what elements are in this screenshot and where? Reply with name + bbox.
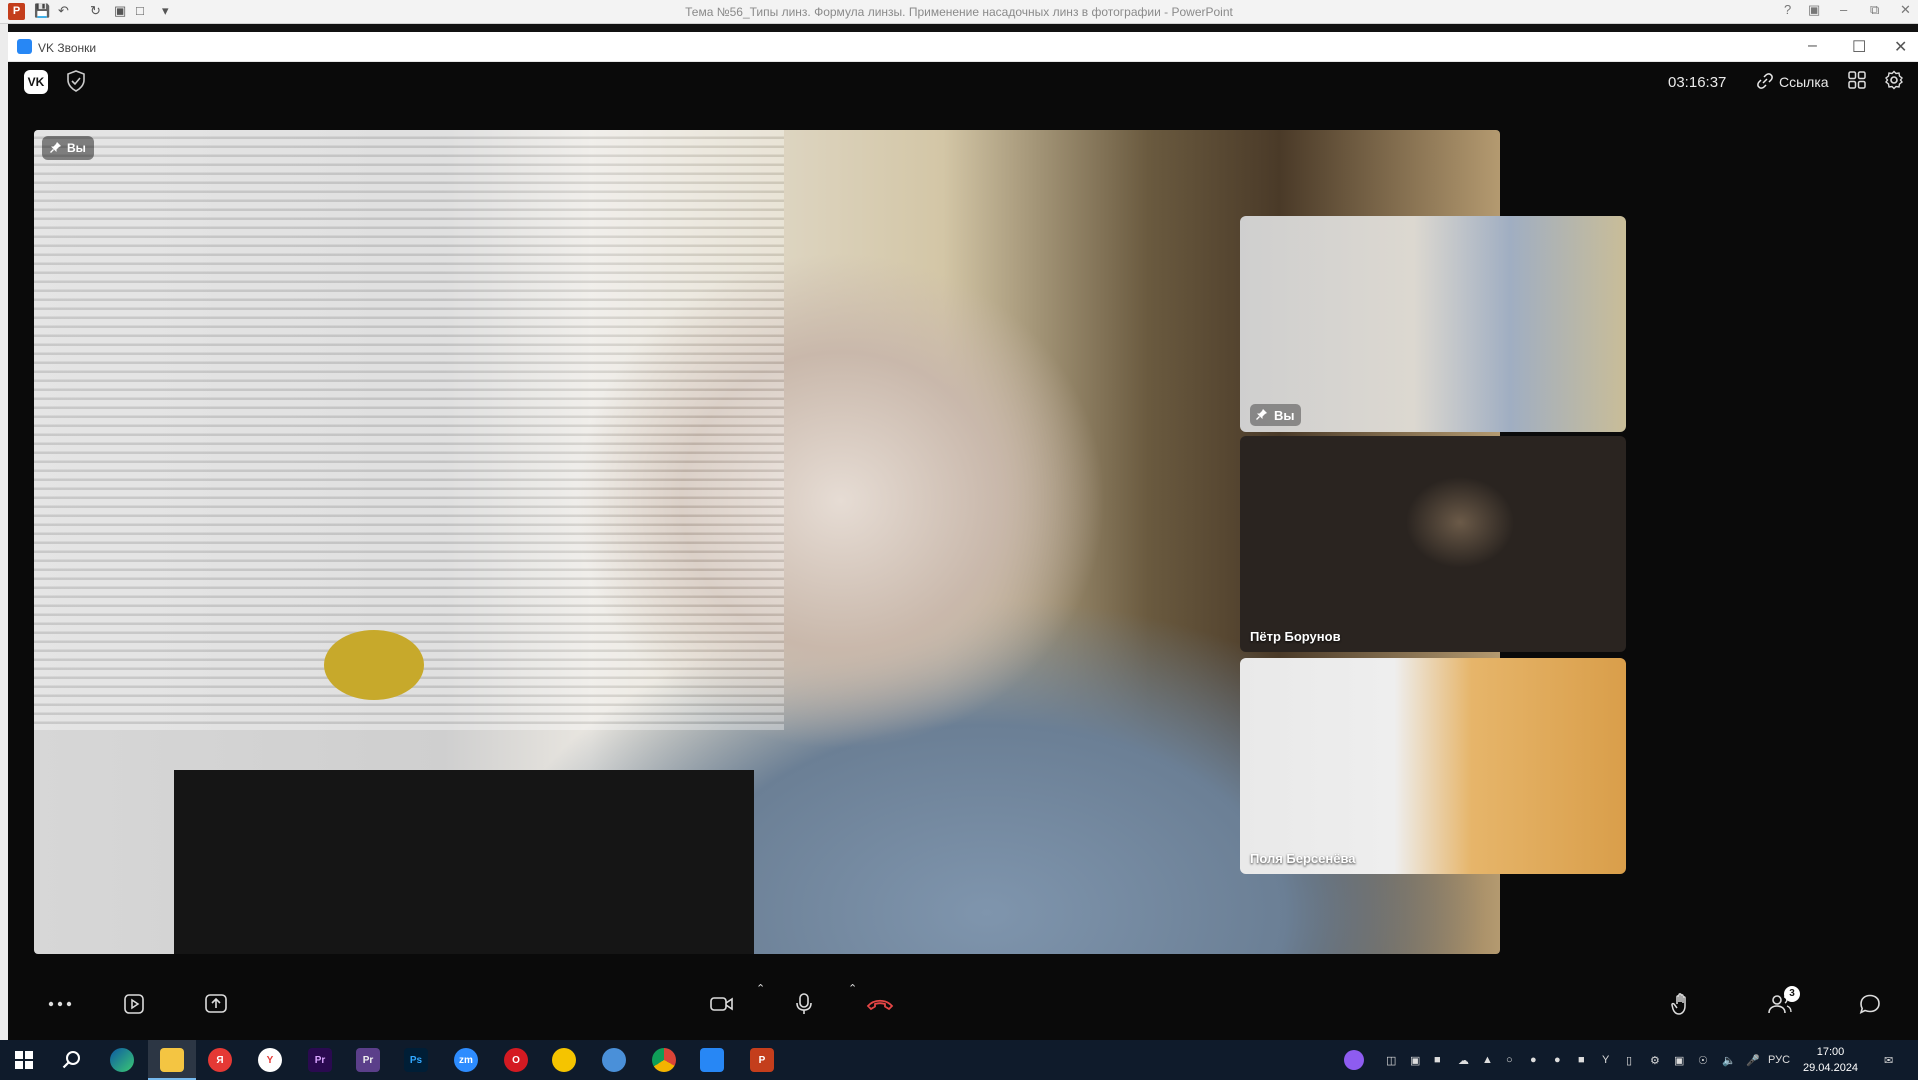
tray-network-icon[interactable]: ○ — [1506, 1054, 1513, 1066]
clock-time: 17:00 — [1816, 1046, 1845, 1058]
photoshop-icon[interactable]: Ps — [404, 1048, 428, 1072]
vk-calls-app: VK 03:16:37 Ссылка Вы ❯ — [8, 62, 1918, 1040]
pin-icon — [1256, 408, 1268, 423]
tray-yandex-icon[interactable]: Y — [1602, 1054, 1609, 1066]
participant-name-tag: Вы — [1250, 404, 1301, 426]
language-indicator[interactable]: РУС — [1768, 1054, 1790, 1066]
vk-window-title: VK Звонки — [38, 41, 97, 55]
help-icon[interactable]: ? — [1784, 2, 1791, 17]
close-icon[interactable]: ✕ — [1894, 37, 1907, 57]
self-badge[interactable]: Вы — [42, 136, 94, 160]
shield-icon[interactable] — [66, 70, 86, 97]
norton-icon[interactable] — [552, 1048, 576, 1072]
vk-calls-app-icon — [17, 39, 32, 54]
copy-link-button[interactable]: Ссылка — [1751, 69, 1835, 95]
tray-yellow-icon[interactable]: ■ — [1578, 1054, 1585, 1066]
minimize-icon[interactable]: – — [1808, 37, 1817, 55]
close-icon[interactable]: ✕ — [1900, 2, 1911, 18]
camera-options-chevron-icon[interactable]: ⌃ — [756, 982, 765, 995]
participant-tile[interactable]: Поля Берсенёва — [1240, 658, 1626, 874]
video-microphone — [324, 630, 424, 700]
tray-usb-icon[interactable]: ▯ — [1626, 1054, 1632, 1067]
notifications-icon[interactable]: ✉ — [1884, 1054, 1893, 1067]
tray-nvidia-icon[interactable]: ▲ — [1482, 1054, 1493, 1066]
self-badge-label: Вы — [67, 141, 86, 155]
grid-layout-icon[interactable] — [1848, 71, 1866, 94]
participants-count-badge: 3 — [1784, 986, 1800, 1002]
ribbon-options-icon[interactable]: ▣ — [1808, 2, 1820, 18]
participants-icon[interactable]: 3 — [1760, 986, 1800, 1022]
vk-calls-icon[interactable] — [700, 1048, 724, 1072]
participant-tile[interactable]: Пётр Борунов — [1240, 436, 1626, 652]
call-topbar: VK 03:16:37 Ссылка — [8, 62, 1918, 102]
powerpoint-titlebar: P 💾 ↶ ↻ ▣ □ ▾ Тема №56_Типы линз. Формул… — [0, 0, 1918, 24]
participant-name: Пётр Борунов — [1250, 629, 1341, 644]
powerpoint-ruler — [0, 24, 8, 1040]
tray-display-icon[interactable]: ▣ — [1674, 1054, 1684, 1067]
edge-icon[interactable] — [110, 1048, 134, 1072]
network-icon[interactable] — [602, 1048, 626, 1072]
volume-icon[interactable]: 🔈 — [1722, 1054, 1736, 1067]
premiere-icon[interactable]: Pr — [308, 1048, 332, 1072]
tray-chrome-icon[interactable]: ● — [1530, 1054, 1537, 1066]
copy-link-label: Ссылка — [1779, 74, 1829, 90]
powerpoint-icon[interactable]: P — [750, 1048, 774, 1072]
tray-cloud-icon[interactable]: ☁ — [1458, 1054, 1469, 1067]
explorer-icon[interactable] — [160, 1048, 184, 1072]
chrome-icon[interactable] — [652, 1048, 676, 1072]
search-icon[interactable] — [60, 1048, 84, 1072]
vk-window-titlebar: VK Звонки – ☐ ✕ — [8, 32, 1918, 62]
link-icon — [1757, 72, 1773, 92]
chat-icon[interactable] — [1850, 986, 1890, 1022]
hang-up-icon[interactable] — [860, 986, 900, 1022]
tray-settings-icon[interactable]: ⚙ — [1650, 1054, 1660, 1067]
microphone-icon[interactable] — [784, 986, 824, 1022]
screen-share-icon[interactable] — [196, 986, 236, 1022]
tray-green-icon[interactable]: ● — [1554, 1054, 1561, 1066]
raise-hand-icon[interactable] — [1662, 986, 1702, 1022]
tray-shield-icon[interactable]: ◫ — [1386, 1054, 1396, 1067]
tray-mic-icon[interactable]: 🎤 — [1746, 1054, 1760, 1067]
clock-date: 29.04.2024 — [1803, 1062, 1859, 1074]
participant-tile-self[interactable]: Вы — [1240, 216, 1626, 432]
more-options-icon[interactable] — [40, 986, 80, 1022]
record-icon[interactable] — [114, 986, 154, 1022]
assistant-icon[interactable] — [1344, 1050, 1364, 1070]
premiere-elements-icon[interactable]: Pr — [356, 1048, 380, 1072]
camera-icon[interactable] — [702, 986, 742, 1022]
yandex-icon[interactable]: Я — [208, 1048, 232, 1072]
minimize-icon[interactable]: – — [1840, 2, 1847, 17]
zoom-icon[interactable]: zm — [454, 1048, 478, 1072]
vk-logo-icon: VK — [24, 70, 48, 94]
tray-app-icon[interactable]: ■ — [1434, 1054, 1441, 1066]
yandex-browser-icon[interactable]: Y — [258, 1048, 282, 1072]
opera-icon[interactable]: O — [504, 1048, 528, 1072]
clock[interactable]: 17:00 29.04.2024 — [1803, 1044, 1858, 1076]
start-icon[interactable] — [12, 1048, 36, 1072]
settings-gear-icon[interactable] — [1884, 70, 1904, 95]
microphone-options-chevron-icon[interactable]: ⌃ — [848, 982, 857, 995]
call-controls-bar: ⌃ ⌃ 3 — [8, 980, 1918, 1040]
windows-taskbar: Я Y Pr Pr Ps zm O P ◫ ▣ ■ ☁ ▲ ○ ● ● ■ Y … — [0, 1040, 1918, 1080]
restore-icon[interactable]: ⧉ — [1870, 2, 1879, 18]
call-timer: 03:16:37 — [1668, 74, 1727, 91]
participant-name: Вы — [1274, 407, 1295, 423]
powerpoint-window-title: Тема №56_Типы линз. Формула линзы. Приме… — [685, 5, 1233, 19]
wifi-icon[interactable]: ☉ — [1698, 1054, 1708, 1067]
participant-name: Поля Берсенёва — [1250, 851, 1356, 866]
maximize-icon[interactable]: ☐ — [1852, 37, 1866, 57]
video-desk-printer — [174, 770, 754, 954]
tray-vk-icon[interactable]: ▣ — [1410, 1054, 1420, 1067]
pin-icon — [50, 141, 62, 156]
